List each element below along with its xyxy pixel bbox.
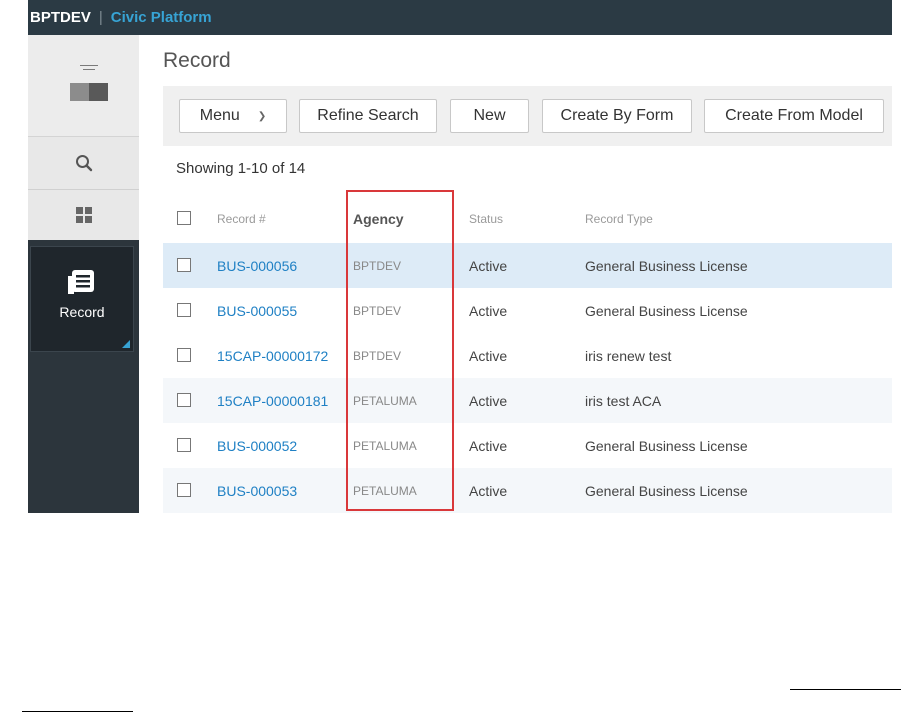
divider-line: [790, 689, 901, 690]
sidebar-item-label: Record: [59, 304, 105, 320]
header-separator: |: [98, 9, 103, 26]
row-checkbox[interactable]: [177, 258, 191, 272]
column-header-record-no[interactable]: Record #: [217, 196, 266, 241]
column-header-status[interactable]: Status: [469, 196, 503, 241]
status-cell: Active: [469, 347, 508, 364]
record-type-cell: iris test ACA: [585, 392, 662, 409]
status-cell: Active: [469, 392, 508, 409]
apps-grid-icon: [75, 207, 92, 223]
sidebar-item-home[interactable]: [28, 35, 139, 137]
row-checkbox[interactable]: [177, 348, 191, 362]
top-bar: BPTDEV | Civic Platform: [28, 0, 892, 35]
record-type-cell: General Business License: [585, 257, 748, 274]
search-icon: [75, 155, 92, 172]
select-all-checkbox[interactable]: [177, 211, 191, 225]
toolbar: Menu ❯ Refine Search New Create By Form …: [163, 86, 892, 146]
row-checkbox[interactable]: [177, 393, 191, 407]
product-name[interactable]: Civic Platform: [111, 9, 212, 26]
row-checkbox[interactable]: [177, 303, 191, 317]
sidebar: Record: [28, 35, 139, 513]
table-row[interactable]: 15CAP-00000172 BPTDEV Active iris renew …: [163, 333, 892, 378]
menu-label: Menu: [199, 107, 240, 124]
active-indicator: [122, 340, 130, 348]
record-type-cell: iris renew test: [585, 347, 672, 364]
page-title: Record: [163, 49, 231, 72]
environment-name: BPTDEV: [30, 9, 91, 26]
menu-lines-icon: [80, 65, 98, 73]
menu-dropdown[interactable]: Menu ❯: [179, 99, 287, 133]
record-type-cell: General Business License: [585, 482, 748, 499]
sidebar-item-record[interactable]: Record: [30, 246, 134, 352]
column-header-record-type[interactable]: Record Type: [585, 196, 653, 241]
record-link[interactable]: 15CAP-00000181: [217, 378, 328, 423]
sidebar-item-search[interactable]: [28, 137, 139, 190]
record-link[interactable]: 15CAP-00000172: [217, 333, 328, 378]
status-cell: Active: [469, 437, 508, 454]
record-type-cell: General Business License: [585, 302, 748, 319]
create-by-form-button[interactable]: Create By Form: [542, 99, 692, 133]
row-checkbox[interactable]: [177, 438, 191, 452]
dashboard-icon: [70, 83, 108, 101]
record-link[interactable]: BUS-000055: [217, 288, 297, 333]
new-button[interactable]: New: [450, 99, 529, 133]
record-link[interactable]: BUS-000052: [217, 423, 297, 468]
table-header: Record # Agency Status Record Type: [163, 196, 892, 241]
record-icon: [68, 270, 94, 294]
status-cell: Active: [469, 302, 508, 319]
sidebar-item-apps[interactable]: [28, 190, 139, 240]
record-type-cell: General Business License: [585, 437, 748, 454]
table-row[interactable]: BUS-000056 BPTDEV Active General Busines…: [163, 243, 892, 288]
chevron-down-icon: ❯: [257, 110, 267, 122]
table-row[interactable]: BUS-000055 BPTDEV Active General Busines…: [163, 288, 892, 333]
table-row[interactable]: BUS-000053 PETALUMA Active General Busin…: [163, 468, 892, 513]
agency-column-highlight: [346, 190, 454, 511]
table-row[interactable]: BUS-000052 PETALUMA Active General Busin…: [163, 423, 892, 468]
record-link[interactable]: BUS-000056: [217, 243, 297, 288]
table-row[interactable]: 15CAP-00000181 PETALUMA Active iris test…: [163, 378, 892, 423]
row-checkbox[interactable]: [177, 483, 191, 497]
refine-search-button[interactable]: Refine Search: [299, 99, 437, 133]
create-from-model-button[interactable]: Create From Model: [704, 99, 884, 133]
status-cell: Active: [469, 482, 508, 499]
status-cell: Active: [469, 257, 508, 274]
divider-line: [22, 711, 133, 712]
record-link[interactable]: BUS-000053: [217, 468, 297, 513]
result-count: Showing 1-10 of 14: [176, 160, 306, 177]
